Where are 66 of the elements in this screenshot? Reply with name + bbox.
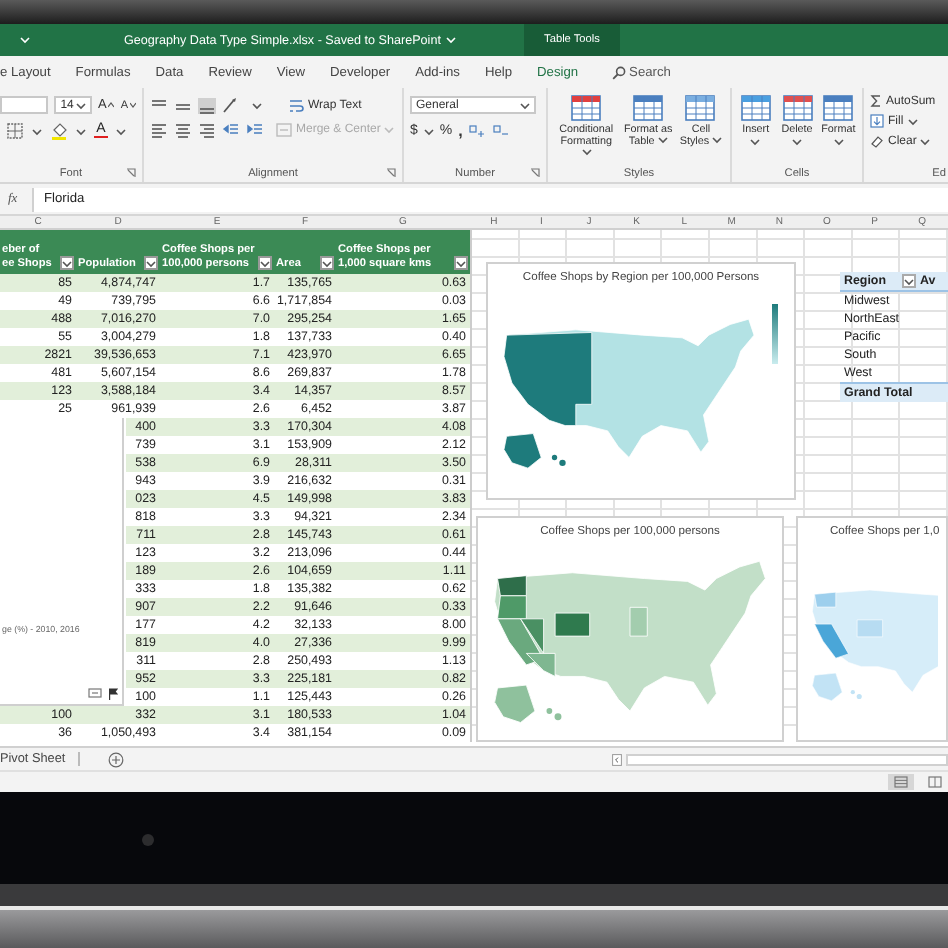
caret-icon <box>260 259 270 267</box>
caret-icon <box>792 138 802 146</box>
filter-button[interactable] <box>60 256 74 270</box>
filter-button[interactable] <box>454 256 468 270</box>
caret-icon <box>904 277 914 285</box>
wrap-text-icon <box>288 97 304 113</box>
caret-icon <box>75 101 86 109</box>
table-grid-icon <box>570 94 603 122</box>
caret-icon <box>146 259 156 267</box>
caret-icon <box>20 36 30 44</box>
caret-icon <box>657 136 668 144</box>
add-sheet-icon[interactable] <box>107 751 124 767</box>
caret-icon <box>712 136 723 144</box>
filter-button[interactable] <box>144 256 158 270</box>
cells-grid-icon <box>781 94 813 122</box>
filter-button[interactable] <box>258 256 272 270</box>
caret-icon <box>62 259 72 267</box>
page-layout-icon[interactable] <box>928 776 942 788</box>
dialog-launcher-icon[interactable] <box>126 168 136 178</box>
eraser-icon <box>870 134 884 148</box>
caret-icon <box>116 127 126 135</box>
caret-icon <box>833 138 844 146</box>
table-grid-icon <box>632 94 665 122</box>
caret-icon <box>907 117 918 125</box>
flag-icon[interactable] <box>108 688 118 700</box>
align-center-icon[interactable] <box>174 122 192 138</box>
cells-grid-icon <box>739 94 772 122</box>
filter-button[interactable] <box>902 274 916 288</box>
increase-decimal-icon[interactable] <box>468 123 487 139</box>
collapse-icon[interactable] <box>88 688 102 698</box>
filter-button[interactable] <box>320 256 334 270</box>
camera-dot <box>142 834 154 846</box>
comma-button[interactable]: , <box>458 122 463 140</box>
dialog-launcher-icon[interactable] <box>386 168 396 178</box>
caret-icon <box>446 36 457 44</box>
fill-down-icon <box>870 114 884 128</box>
caret-icon <box>581 148 592 156</box>
font-name-field[interactable] <box>0 96 49 114</box>
caret-icon <box>520 101 530 109</box>
caret-icon <box>423 127 434 135</box>
caret-icon <box>252 101 262 109</box>
decrease-decimal-icon[interactable] <box>492 123 511 139</box>
horizontal-scrollbar[interactable] <box>612 752 948 766</box>
table-grid-icon <box>684 94 717 122</box>
dialog-launcher-icon[interactable] <box>530 168 540 178</box>
caret-icon <box>322 259 332 267</box>
caret-icon <box>920 137 931 145</box>
normal-view-icon[interactable] <box>894 776 908 788</box>
caret-icon <box>456 259 466 267</box>
sum-icon <box>870 94 882 108</box>
merge-icon <box>276 122 292 138</box>
caret-icon <box>32 127 42 135</box>
decrease-indent-icon[interactable] <box>222 122 240 138</box>
caret-icon <box>750 138 761 146</box>
align-right-icon[interactable] <box>198 122 216 138</box>
caret-icon <box>76 127 86 135</box>
search-icon <box>611 65 626 79</box>
caret-icon <box>384 126 395 134</box>
fill-color-icon[interactable] <box>50 122 68 140</box>
increase-indent-icon[interactable] <box>246 122 264 138</box>
scroll-left-icon[interactable] <box>612 753 622 765</box>
up-caret-icon <box>108 102 115 108</box>
down-caret-icon <box>130 102 136 108</box>
borders-icon[interactable] <box>6 122 24 140</box>
cells-grid-icon <box>822 94 855 122</box>
align-left-icon[interactable] <box>150 122 168 138</box>
